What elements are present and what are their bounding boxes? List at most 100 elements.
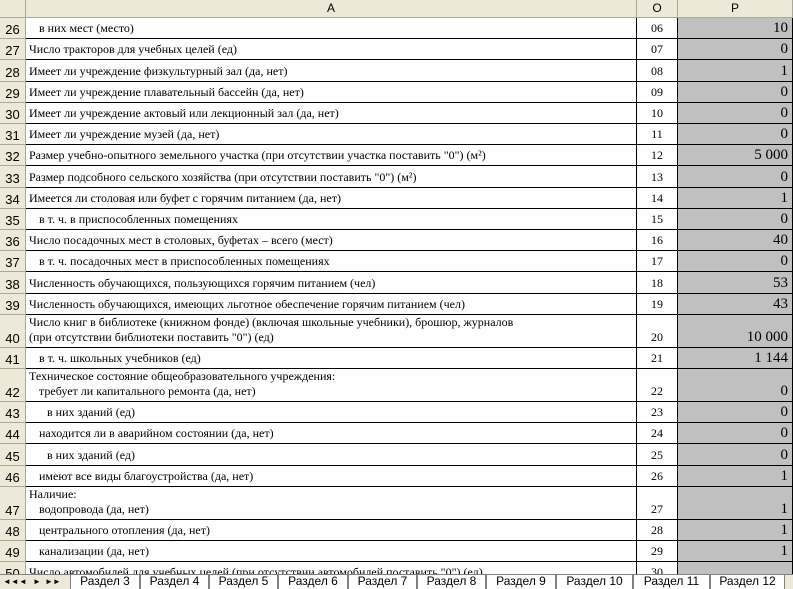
sheet-tab[interactable]: Раздел 5 xyxy=(209,575,278,589)
cell-p[interactable]: 0 xyxy=(678,166,793,188)
sheet-tab[interactable]: Раздел 11 xyxy=(633,575,710,589)
cell-a[interactable]: Число книг в библиотеке (книжном фонде) … xyxy=(26,314,637,348)
cell-a[interactable]: Имеет ли учреждение музей (да, нет) xyxy=(26,124,637,146)
cell-a[interactable]: Размер учебно-опытного земельного участк… xyxy=(26,145,637,167)
cell-a[interactable]: Техническое состояние общеобразовательно… xyxy=(26,369,637,402)
sheet-tab[interactable]: Раздел 4 xyxy=(140,575,209,589)
cell-p[interactable]: 43 xyxy=(678,293,793,315)
cell-p[interactable]: 0 xyxy=(678,251,793,273)
cell-o[interactable]: 06 xyxy=(637,18,678,40)
row-number[interactable]: 47 xyxy=(0,486,26,520)
row-number[interactable]: 46 xyxy=(0,465,26,487)
cell-o[interactable]: 25 xyxy=(637,444,678,466)
cell-a[interactable]: имеют все виды благоустройства (да, нет) xyxy=(26,465,637,487)
row-number[interactable]: 34 xyxy=(0,187,26,209)
cell-o[interactable]: 10 xyxy=(637,102,678,124)
cell-a[interactable]: Численность обучающихся, имеющих льготно… xyxy=(26,293,637,315)
row-number[interactable]: 33 xyxy=(0,166,26,188)
cell-p[interactable]: 0 xyxy=(678,124,793,146)
row-number[interactable]: 32 xyxy=(0,145,26,167)
cell-a[interactable]: центрального отопления (да, нет) xyxy=(26,519,637,541)
cell-o[interactable]: 19 xyxy=(637,293,678,315)
column-header-p[interactable]: P xyxy=(678,0,793,18)
cell-a[interactable]: Размер подсобного сельского хозяйства (п… xyxy=(26,166,637,188)
cell-a[interactable]: Число посадочных мест в столовых, буфета… xyxy=(26,230,637,252)
corner-header[interactable] xyxy=(0,0,26,18)
cell-a[interactable]: канализации (да, нет) xyxy=(26,541,637,563)
cell-p[interactable]: 0 xyxy=(678,369,793,402)
cell-o[interactable]: 27 xyxy=(637,486,678,520)
cell-p[interactable]: 5 000 xyxy=(678,145,793,167)
sheet-tab[interactable]: Раздел 8 xyxy=(417,575,486,589)
cell-o[interactable]: 21 xyxy=(637,347,678,369)
cell-p[interactable]: 0 xyxy=(678,81,793,103)
cell-o[interactable]: 17 xyxy=(637,251,678,273)
sheet-tab[interactable]: Раздел 6 xyxy=(278,575,348,589)
cell-o[interactable]: 09 xyxy=(637,81,678,103)
cell-a[interactable]: в т. ч. посадочных мест в приспособленны… xyxy=(26,251,637,273)
cell-a[interactable]: Имеется ли столовая или буфет с горячим … xyxy=(26,187,637,209)
cell-p[interactable]: 53 xyxy=(678,272,793,294)
column-header-o[interactable]: O xyxy=(637,0,678,18)
cell-o[interactable]: 28 xyxy=(637,519,678,541)
cell-a[interactable]: Число тракторов для учебных целей (ед) xyxy=(26,39,637,61)
row-number[interactable]: 30 xyxy=(0,102,26,124)
row-number[interactable]: 41 xyxy=(0,347,26,369)
cell-o[interactable]: 11 xyxy=(637,124,678,146)
row-number[interactable]: 28 xyxy=(0,60,26,82)
row-number[interactable]: 29 xyxy=(0,81,26,103)
row-number[interactable]: 38 xyxy=(0,272,26,294)
cell-o[interactable]: 29 xyxy=(637,541,678,563)
row-number[interactable]: 49 xyxy=(0,541,26,563)
cell-o[interactable]: 15 xyxy=(637,208,678,230)
cell-o[interactable]: 26 xyxy=(637,465,678,487)
sheet-tab[interactable]: Раздел 10 xyxy=(556,575,633,589)
prev-sheet-icon[interactable]: ◄ xyxy=(17,576,29,588)
cell-p[interactable]: 1 xyxy=(678,465,793,487)
cell-o[interactable]: 18 xyxy=(637,272,678,294)
cell-a[interactable]: Наличие: водопровода (да, нет) xyxy=(26,486,637,520)
sheet-tab[interactable]: Раздел 7 xyxy=(348,575,417,589)
next-sheet-icon[interactable]: ► xyxy=(31,576,43,588)
cell-o[interactable]: 24 xyxy=(637,423,678,445)
cell-p[interactable]: 0 xyxy=(678,102,793,124)
cell-a[interactable]: в т. ч. школьных учебников (ед) xyxy=(26,347,637,369)
row-number[interactable]: 40 xyxy=(0,314,26,348)
sheet-tab[interactable]: Раздел 3 xyxy=(70,575,140,589)
sheet-tab[interactable]: Раздел 12 xyxy=(710,575,785,589)
cell-a[interactable]: Имеет ли учреждение физкультурный зал (д… xyxy=(26,60,637,82)
cell-p[interactable]: 1 xyxy=(678,187,793,209)
cell-p[interactable]: 0 xyxy=(678,39,793,61)
cell-o[interactable]: 16 xyxy=(637,230,678,252)
cell-p[interactable]: 10 000 xyxy=(678,314,793,348)
cell-a[interactable]: в них зданий (ед) xyxy=(26,402,637,424)
cell-o[interactable]: 08 xyxy=(637,60,678,82)
row-number[interactable]: 31 xyxy=(0,124,26,146)
row-number[interactable]: 43 xyxy=(0,402,26,424)
row-number[interactable]: 27 xyxy=(0,39,26,61)
cell-a[interactable]: находится ли в аварийном состоянии (да, … xyxy=(26,423,637,445)
cell-o[interactable]: 23 xyxy=(637,402,678,424)
cell-o[interactable]: 12 xyxy=(637,145,678,167)
cell-a[interactable]: Численность обучающихся, пользующихся го… xyxy=(26,272,637,294)
cell-o[interactable]: 14 xyxy=(637,187,678,209)
cell-p[interactable]: 40 xyxy=(678,230,793,252)
row-number[interactable]: 48 xyxy=(0,519,26,541)
row-number[interactable]: 26 xyxy=(0,18,26,40)
cell-p[interactable]: 1 xyxy=(678,486,793,520)
cell-o[interactable]: 22 xyxy=(637,369,678,402)
cell-a[interactable]: в т. ч. в приспособленных помещениях xyxy=(26,208,637,230)
cell-o[interactable]: 20 xyxy=(637,314,678,348)
cell-a[interactable]: в них мест (место) xyxy=(26,18,637,40)
cell-p[interactable]: 1 xyxy=(678,60,793,82)
cell-p[interactable]: 1 xyxy=(678,541,793,563)
sheet-tab[interactable]: Раздел 9 xyxy=(486,575,556,589)
row-number[interactable]: 35 xyxy=(0,208,26,230)
cell-o[interactable]: 07 xyxy=(637,39,678,61)
column-header-a[interactable]: A xyxy=(26,0,637,18)
cell-p[interactable]: 0 xyxy=(678,444,793,466)
row-number[interactable]: 42 xyxy=(0,369,26,402)
cell-a[interactable]: Имеет ли учреждение плавательный бассейн… xyxy=(26,81,637,103)
row-number[interactable]: 36 xyxy=(0,230,26,252)
cell-p[interactable]: 1 144 xyxy=(678,347,793,369)
